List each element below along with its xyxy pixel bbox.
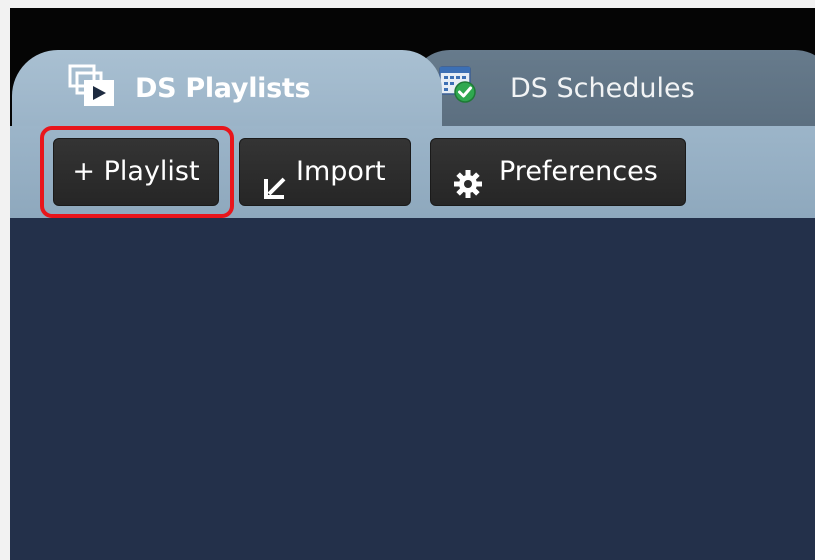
toolbar: + Playlist Import Preferences <box>10 126 815 218</box>
preferences-label: Preferences <box>499 156 658 187</box>
import-label: Import <box>296 156 386 187</box>
import-arrow-icon <box>262 160 288 226</box>
calendar-check-icon <box>436 64 480 108</box>
tab-ds-schedules[interactable]: DS Schedules <box>410 50 815 130</box>
gear-icon <box>453 158 483 224</box>
preferences-button[interactable]: Preferences <box>430 138 686 206</box>
import-button[interactable]: Import <box>239 138 411 206</box>
app-window: DS Schedules DS Playlists + Playlist Imp… <box>10 8 815 560</box>
tab-ds-schedules-label: DS Schedules <box>510 73 695 104</box>
playlist-content-area[interactable] <box>10 218 815 560</box>
playlist-stack-icon <box>68 64 120 114</box>
tab-ds-playlists[interactable]: DS Playlists <box>12 50 442 130</box>
add-playlist-button[interactable]: + Playlist <box>53 138 219 206</box>
add-playlist-label: + Playlist <box>72 156 200 187</box>
tab-ds-playlists-label: DS Playlists <box>135 73 311 104</box>
